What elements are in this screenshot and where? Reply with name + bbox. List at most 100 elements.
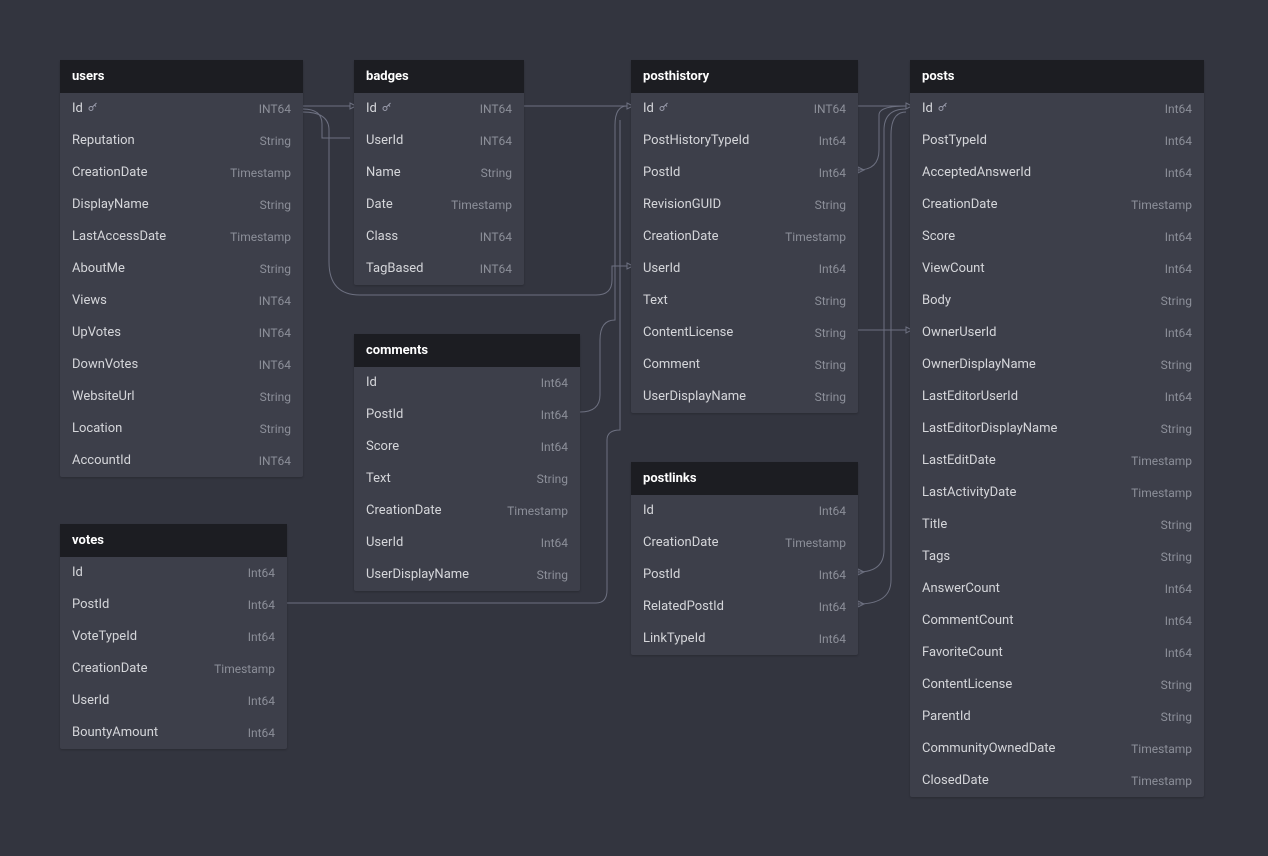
table-column[interactable]: AccountIdINT64 <box>60 445 303 477</box>
column-type: String <box>1161 677 1192 693</box>
column-name: Title <box>922 517 947 533</box>
table-column[interactable]: ScoreInt64 <box>910 221 1204 253</box>
table-column[interactable]: ParentIdString <box>910 701 1204 733</box>
column-type: Timestamp <box>451 197 512 213</box>
table-title[interactable]: votes <box>60 524 287 557</box>
table-title[interactable]: users <box>60 60 303 93</box>
table-column[interactable]: BountyAmountInt64 <box>60 717 287 749</box>
column-name: ContentLicense <box>643 325 733 341</box>
table-column[interactable]: CommentCountInt64 <box>910 605 1204 637</box>
table-column[interactable]: FavoriteCountInt64 <box>910 637 1204 669</box>
table-column[interactable]: UserIdInt64 <box>631 253 858 285</box>
table-column[interactable]: UserIdInt64 <box>60 685 287 717</box>
table-column[interactable]: IdINT64 <box>60 93 303 125</box>
table-column[interactable]: PostIdInt64 <box>631 559 858 591</box>
table-column[interactable]: AnswerCountInt64 <box>910 573 1204 605</box>
table-column[interactable]: ContentLicenseString <box>910 669 1204 701</box>
table-column[interactable]: BodyString <box>910 285 1204 317</box>
table-column[interactable]: LocationString <box>60 413 303 445</box>
table-column[interactable]: ReputationString <box>60 125 303 157</box>
table-column[interactable]: UserDisplayNameString <box>631 381 858 413</box>
table-column[interactable]: NameString <box>354 157 524 189</box>
table-column[interactable]: LastAccessDateTimestamp <box>60 221 303 253</box>
table-votes[interactable]: votesIdInt64PostIdInt64VoteTypeIdInt64Cr… <box>60 524 287 749</box>
table-column[interactable]: TitleString <box>910 509 1204 541</box>
table-column[interactable]: OwnerUserIdInt64 <box>910 317 1204 349</box>
table-column[interactable]: RevisionGUIDString <box>631 189 858 221</box>
column-name: CreationDate <box>72 165 147 181</box>
column-type: String <box>1161 357 1192 373</box>
table-column[interactable]: ClassINT64 <box>354 221 524 253</box>
table-column[interactable]: ClosedDateTimestamp <box>910 765 1204 797</box>
table-column[interactable]: CreationDate Timestamp <box>60 157 303 189</box>
table-column[interactable]: IdINT64 <box>631 93 858 125</box>
table-column[interactable]: RelatedPostIdInt64 <box>631 591 858 623</box>
table-column[interactable]: IdInt64 <box>631 495 858 527</box>
table-column[interactable]: CreationDateTimestamp <box>631 527 858 559</box>
table-badges[interactable]: badgesIdINT64UserIdINT64NameStringDateTi… <box>354 60 524 285</box>
column-type: INT64 <box>259 357 291 373</box>
table-column[interactable]: VoteTypeIdInt64 <box>60 621 287 653</box>
table-column[interactable]: UserIdInt64 <box>354 527 580 559</box>
column-type: String <box>260 133 291 149</box>
table-column[interactable]: CreationDateTimestamp <box>631 221 858 253</box>
table-column[interactable]: ContentLicenseString <box>631 317 858 349</box>
table-column[interactable]: WebsiteUrlString <box>60 381 303 413</box>
table-column[interactable]: DateTimestamp <box>354 189 524 221</box>
table-column[interactable]: TagsString <box>910 541 1204 573</box>
table-column[interactable]: OwnerDisplayNameString <box>910 349 1204 381</box>
table-column[interactable]: LastEditorUserIdInt64 <box>910 381 1204 413</box>
table-column[interactable]: LinkTypeIdInt64 <box>631 623 858 655</box>
table-posts[interactable]: postsIdInt64PostTypeIdInt64AcceptedAnswe… <box>910 60 1204 797</box>
table-users[interactable]: usersIdINT64ReputationStringCreationDate… <box>60 60 303 477</box>
table-comments[interactable]: commentsIdInt64PostIdInt64ScoreInt64Text… <box>354 334 580 591</box>
table-title[interactable]: postlinks <box>631 462 858 495</box>
column-type: Int64 <box>1165 389 1192 405</box>
table-column[interactable]: PostIdInt64 <box>60 589 287 621</box>
table-column[interactable]: LastEditDateTimestamp <box>910 445 1204 477</box>
table-column[interactable]: TagBasedINT64 <box>354 253 524 285</box>
table-column[interactable]: UserDisplayNameString <box>354 559 580 591</box>
table-column[interactable]: DownVotesINT64 <box>60 349 303 381</box>
table-column[interactable]: UserIdINT64 <box>354 125 524 157</box>
table-postlinks[interactable]: postlinksIdInt64CreationDateTimestampPos… <box>631 462 858 655</box>
table-column[interactable]: IdINT64 <box>354 93 524 125</box>
column-type: Timestamp <box>1131 197 1192 213</box>
table-column[interactable]: IdInt64 <box>354 367 580 399</box>
table-column[interactable]: TextString <box>631 285 858 317</box>
table-column[interactable]: ViewCountInt64 <box>910 253 1204 285</box>
column-name: PostTypeId <box>922 133 987 149</box>
table-title[interactable]: posthistory <box>631 60 858 93</box>
table-column[interactable]: CreationDateTimestamp <box>910 189 1204 221</box>
column-name: CommentCount <box>922 613 1013 629</box>
table-column[interactable]: IdInt64 <box>910 93 1204 125</box>
table-column[interactable]: CreationDateTimestamp <box>60 653 287 685</box>
table-column[interactable]: PostTypeIdInt64 <box>910 125 1204 157</box>
table-column[interactable]: CommunityOwnedDateTimestamp <box>910 733 1204 765</box>
table-column[interactable]: PostIdInt64 <box>354 399 580 431</box>
table-column[interactable]: IdInt64 <box>60 557 287 589</box>
table-posthistory[interactable]: posthistoryIdINT64PostHistoryTypeIdInt64… <box>631 60 858 413</box>
column-name: AcceptedAnswerId <box>922 165 1031 181</box>
table-title[interactable]: badges <box>354 60 524 93</box>
table-column[interactable]: PostIdInt64 <box>631 157 858 189</box>
table-column[interactable]: CreationDateTimestamp <box>354 495 580 527</box>
table-title[interactable]: posts <box>910 60 1204 93</box>
column-name: CreationDate <box>643 229 718 245</box>
table-column[interactable]: ViewsINT64 <box>60 285 303 317</box>
table-column[interactable]: LastEditorDisplayNameString <box>910 413 1204 445</box>
table-column[interactable]: AcceptedAnswerIdInt64 <box>910 157 1204 189</box>
column-type: Timestamp <box>230 165 291 181</box>
table-column[interactable]: CommentString <box>631 349 858 381</box>
table-column[interactable]: PostHistoryTypeIdInt64 <box>631 125 858 157</box>
diagram-canvas[interactable]: usersIdINT64ReputationStringCreationDate… <box>0 0 1268 856</box>
column-type: Int64 <box>1165 325 1192 341</box>
column-name: BountyAmount <box>72 725 158 741</box>
table-title[interactable]: comments <box>354 334 580 367</box>
table-column[interactable]: DisplayNameString <box>60 189 303 221</box>
table-column[interactable]: LastActivityDateTimestamp <box>910 477 1204 509</box>
table-column[interactable]: ScoreInt64 <box>354 431 580 463</box>
table-column[interactable]: TextString <box>354 463 580 495</box>
table-column[interactable]: UpVotesINT64 <box>60 317 303 349</box>
table-column[interactable]: AboutMeString <box>60 253 303 285</box>
